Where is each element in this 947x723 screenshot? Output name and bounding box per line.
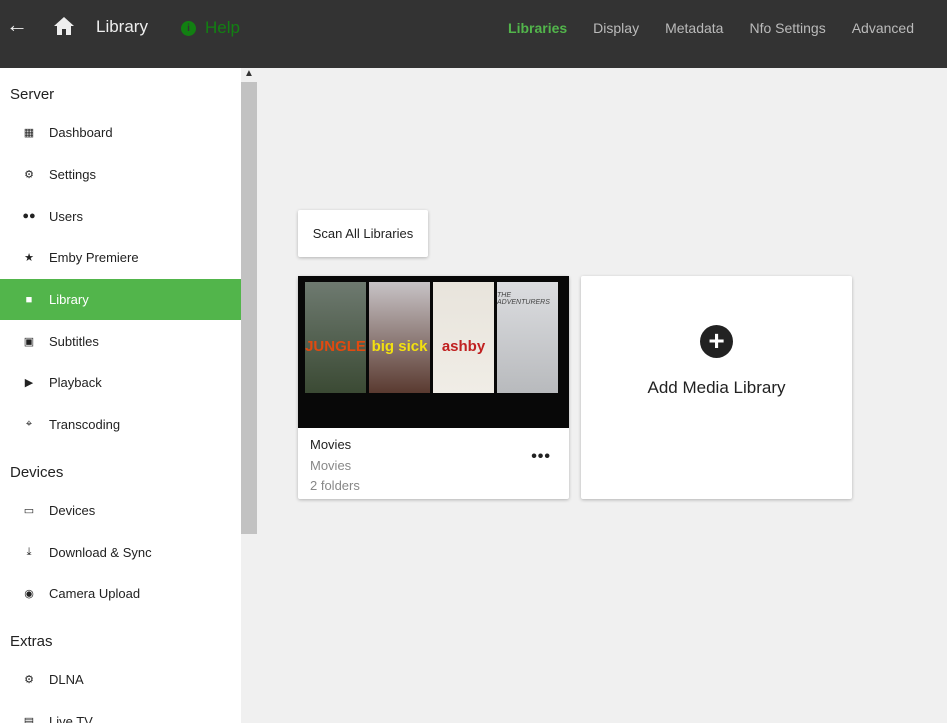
device-icon: ▭ xyxy=(23,504,35,517)
item-label: Transcoding xyxy=(49,417,121,433)
more-options-icon[interactable]: ••• xyxy=(531,448,551,466)
tab-nfo-settings[interactable]: Nfo Settings xyxy=(749,20,825,36)
scan-all-libraries-button[interactable]: Scan All Libraries xyxy=(298,210,428,257)
section-server: Server xyxy=(10,86,55,103)
poster: JUNGLE xyxy=(305,282,366,393)
info-icon: i xyxy=(181,20,196,36)
tab-metadata[interactable]: Metadata xyxy=(665,20,723,36)
add-circle-icon: + xyxy=(700,325,733,358)
library-type: Movies xyxy=(310,458,352,473)
gear-icon: ⚙ xyxy=(24,673,34,686)
library-name: Movies xyxy=(310,437,352,452)
item-label: Dashboard xyxy=(49,125,113,141)
poster-title: big sick xyxy=(371,338,428,355)
item-label: Download & Sync xyxy=(49,544,152,560)
sidebar-item-live-tv[interactable]: ▤ Live TV xyxy=(0,700,241,723)
back-arrow-icon[interactable]: ← xyxy=(6,12,28,38)
library-folder-count: 2 folders xyxy=(310,478,360,493)
add-media-library-card[interactable]: + Add Media Library xyxy=(581,276,852,499)
item-label: Playback xyxy=(49,375,102,391)
poster-title: THE ADVENTURERS xyxy=(497,292,550,306)
item-label: Subtitles xyxy=(49,333,99,349)
item-label: Devices xyxy=(49,502,96,518)
sidebar-item-dlna[interactable]: ⚙ DLNA xyxy=(0,659,241,701)
subtitles-icon: ▣ xyxy=(23,335,35,348)
library-posters: JUNGLE big sick ashby THE ADVENTURERS xyxy=(298,276,569,428)
tab-display[interactable]: Display xyxy=(593,20,639,36)
section-extras: Extras xyxy=(10,632,53,650)
folder-icon: ■ xyxy=(25,293,33,306)
tab-advanced[interactable]: Advanced xyxy=(852,20,914,36)
poster: big sick xyxy=(369,282,430,393)
sidebar-item-download-sync[interactable]: ⤓ Download & Sync xyxy=(0,531,241,573)
sidebar-item-camera-upload[interactable]: ◉ Camera Upload xyxy=(0,573,241,615)
item-label: Users xyxy=(49,208,83,224)
sidebar-item-playback[interactable]: ▶ Playback xyxy=(0,362,241,404)
item-label: DLNA xyxy=(49,671,84,687)
sidebar-scrollbar[interactable]: ▲ xyxy=(241,68,257,723)
poster: ashby xyxy=(433,282,494,393)
dashboard-icon: ▦ xyxy=(23,127,35,140)
camera-icon: ◉ xyxy=(24,588,34,601)
library-info: Movies Movies 2 folders ••• xyxy=(298,428,569,507)
sidebar-item-dashboard[interactable]: ▦ Dashboard xyxy=(0,112,241,154)
gear-icon: ⚙ xyxy=(24,169,34,182)
sidebar-item-settings[interactable]: ⚙ Settings xyxy=(0,154,241,196)
top-bar: ← Library i Help Libraries Display Metada… xyxy=(0,0,947,68)
item-label: Camera Upload xyxy=(49,586,141,602)
sidebar-item-library[interactable]: ■ Library xyxy=(0,278,241,321)
sidebar-item-devices[interactable]: ▭ Devices xyxy=(0,490,241,532)
scroll-up-icon[interactable]: ▲ xyxy=(244,68,254,79)
add-media-library-label: Add Media Library xyxy=(647,378,786,397)
home-icon[interactable] xyxy=(53,16,75,36)
poster: THE ADVENTURERS xyxy=(497,282,558,393)
poster-title: JUNGLE xyxy=(305,338,366,355)
tv-guide-icon: ▤ xyxy=(23,715,35,723)
users-icon: ●● xyxy=(22,210,36,223)
section-devices: Devices xyxy=(10,463,64,481)
crop-icon: ⌖ xyxy=(25,418,33,431)
help-link[interactable]: i Help xyxy=(181,18,240,38)
scrollbar-thumb[interactable] xyxy=(241,82,257,534)
sidebar-item-emby-premiere[interactable]: ★ Emby Premiere xyxy=(0,237,241,279)
poster-title: ashby xyxy=(441,338,486,355)
play-circle-icon: ▶ xyxy=(24,377,34,390)
library-card-movies[interactable]: JUNGLE big sick ashby THE ADVENTURERS Mo… xyxy=(298,276,569,499)
sidebar: Server ▦ Dashboard ⚙ Settings ●● Users ★ Emb… xyxy=(0,68,241,723)
tab-libraries[interactable]: Libraries xyxy=(508,20,567,36)
item-label: Library xyxy=(49,292,89,308)
item-label: Settings xyxy=(49,167,96,183)
sidebar-item-subtitles[interactable]: ▣ Subtitles xyxy=(0,320,241,362)
sidebar-item-users[interactable]: ●● Users xyxy=(0,195,241,237)
page-title: Library xyxy=(96,17,148,36)
item-label: Emby Premiere xyxy=(49,250,139,266)
download-icon: ⤓ xyxy=(26,545,32,558)
item-label: Live TV xyxy=(49,713,93,723)
help-label: Help xyxy=(205,18,240,37)
tab-bar: Libraries Display Metadata Nfo Settings … xyxy=(508,20,914,36)
sidebar-item-transcoding[interactable]: ⌖ Transcoding xyxy=(0,404,241,446)
star-icon: ★ xyxy=(24,252,34,265)
